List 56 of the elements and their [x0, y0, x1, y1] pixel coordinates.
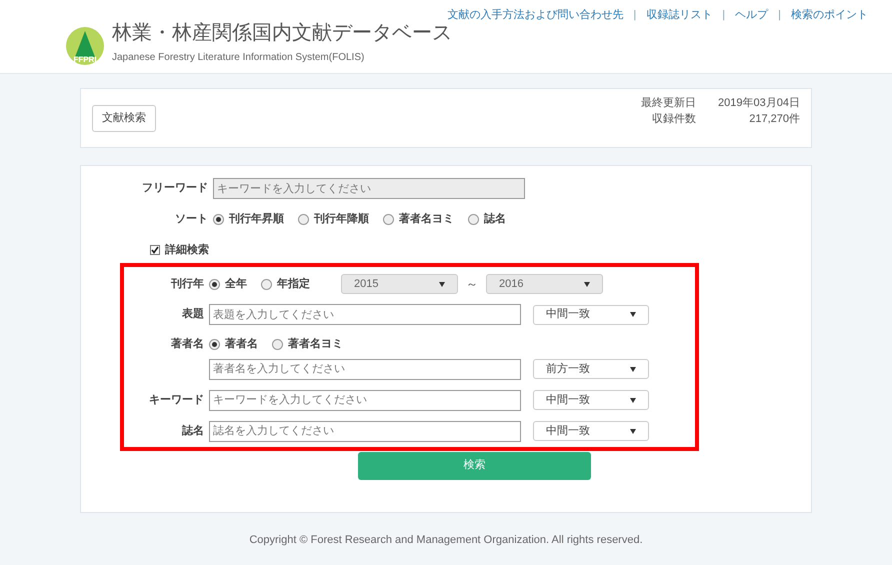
- radio-button[interactable]: [209, 338, 220, 350]
- literature-search-tab[interactable]: 文献検索: [92, 104, 156, 132]
- caret-icon: [584, 282, 590, 286]
- site-subtitle: Japanese Forestry Literature Information System(FOLIS): [112, 51, 366, 65]
- radio-button[interactable]: [213, 214, 224, 225]
- header-link[interactable]: ヘルプ: [735, 7, 768, 24]
- select-dropdown[interactable]: 前方一致: [533, 359, 649, 379]
- select-dropdown[interactable]: 中間一致: [533, 421, 649, 441]
- caret-icon: [630, 312, 636, 317]
- range-separator: ～: [466, 276, 478, 293]
- input-field[interactable]: キーワードを入力してください: [213, 178, 525, 199]
- input-field[interactable]: 著者名を入力してください: [209, 358, 521, 380]
- field-label: 誌名: [180, 424, 204, 439]
- radio-button[interactable]: [468, 214, 479, 225]
- radio-label: 刊行年降順: [314, 212, 369, 227]
- info-label: 収録件数: [651, 112, 696, 127]
- radio-label: 全年: [225, 276, 247, 292]
- radio-button[interactable]: [383, 214, 394, 225]
- search-button[interactable]: 検索: [358, 452, 591, 480]
- caret-icon: [630, 398, 636, 402]
- radio-label: 著者名ヨミ: [399, 212, 454, 227]
- info-value: 217,270件: [748, 112, 800, 127]
- field-label: 刊行年: [170, 276, 204, 292]
- checkbox[interactable]: [150, 244, 160, 255]
- input-field[interactable]: キーワードを入力してください: [209, 390, 521, 410]
- select-dropdown[interactable]: 中間一致: [533, 390, 649, 410]
- radio-label: 著者名: [225, 336, 258, 352]
- link-separator: |: [633, 8, 636, 23]
- site-title: 林業・林産関係国内文献データベース: [112, 21, 452, 46]
- caret-icon: [630, 366, 636, 372]
- link-separator: |: [778, 8, 781, 23]
- field-label: フリーワード: [141, 181, 208, 196]
- select-dropdown[interactable]: 中間一致: [533, 304, 649, 324]
- copyright-text: Copyright © Forest Research and Management Organization. All rights reserved.: [249, 533, 643, 548]
- header-link[interactable]: 検索のポイント: [791, 7, 868, 24]
- caret-icon: [439, 282, 445, 286]
- field-label: キーワード: [148, 392, 204, 408]
- header-link[interactable]: 収録誌リスト: [646, 7, 712, 24]
- field-label: 表題: [181, 306, 204, 322]
- link-separator: |: [722, 8, 726, 23]
- field-label: 著者名: [170, 336, 204, 352]
- checkbox-label: 詳細検索: [165, 242, 209, 258]
- radio-label: 誌名: [484, 212, 506, 227]
- radio-button[interactable]: [272, 338, 283, 350]
- radio-label: 刊行年昇順: [229, 212, 284, 227]
- radio-label: 年指定: [277, 276, 310, 292]
- radio-label: 著者名ヨミ: [288, 336, 343, 352]
- header-link[interactable]: 文献の入手方法および問い合わせ先: [447, 7, 624, 24]
- info-label: 最終更新日: [641, 96, 696, 110]
- info-value: 2019年03月04日: [718, 96, 800, 110]
- caret-icon: [630, 428, 636, 434]
- radio-button[interactable]: [298, 214, 309, 225]
- input-field[interactable]: 誌名を入力してください: [209, 420, 521, 442]
- field-label: ソート: [174, 212, 208, 227]
- logo-icon: FFPRI: [66, 26, 104, 64]
- input-field[interactable]: 表題を入力してください: [209, 304, 521, 325]
